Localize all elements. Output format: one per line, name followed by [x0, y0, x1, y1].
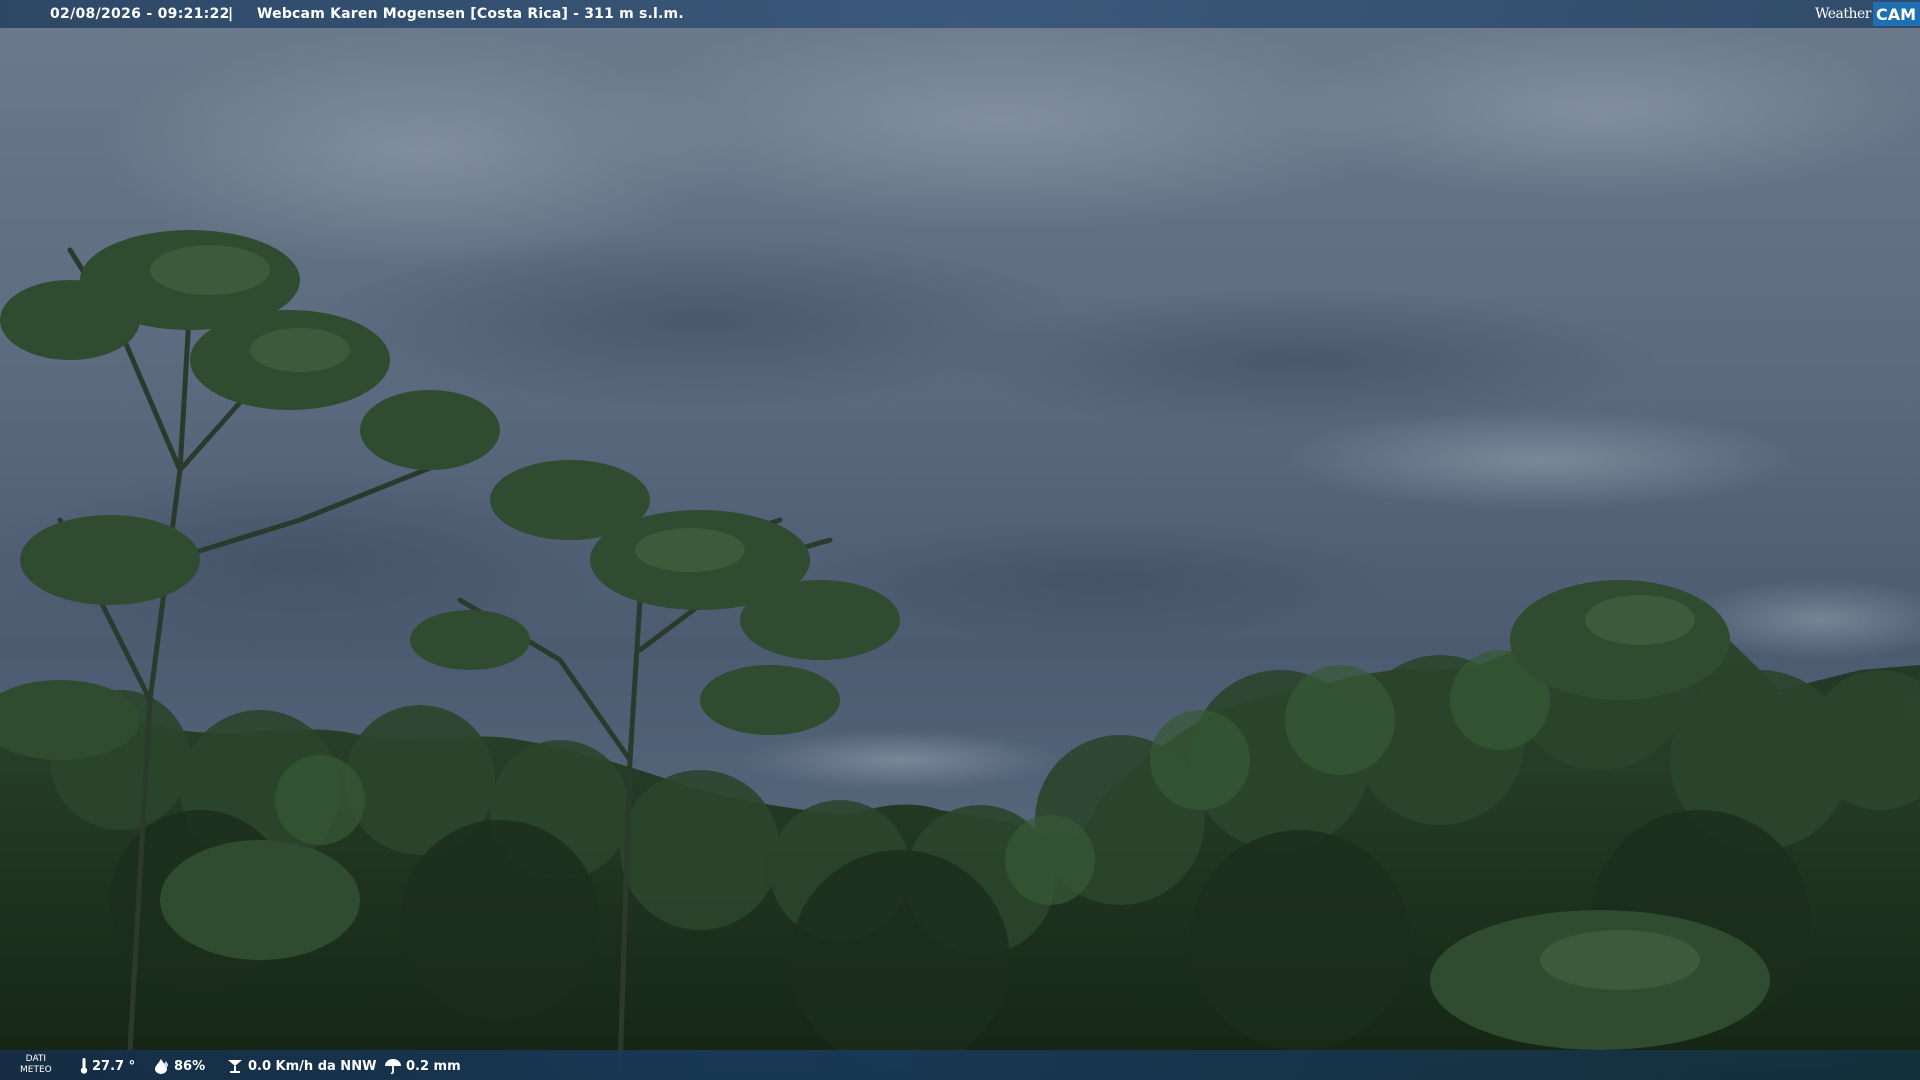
wind-icon: [228, 1060, 242, 1073]
rain-reading: 0.2 mm: [384, 1058, 461, 1074]
header-separator: |: [228, 6, 234, 22]
webcam-title: Webcam Karen Mogensen [Costa Rica] - 311…: [257, 6, 684, 22]
temperature-value: 27.7 °: [92, 1058, 136, 1074]
rain-value: 0.2 mm: [406, 1058, 461, 1074]
weathercam-logo: Weather CAM: [1814, 0, 1920, 28]
rain-icon: [385, 1059, 401, 1074]
weather-data-label-line1: DATI: [25, 1054, 47, 1064]
weather-data-label: DATI METEO: [20, 1054, 52, 1076]
weather-data-bar: DATI METEO 27.7 ° 86% 0.0 Km/h da NNW 0.…: [0, 1050, 1920, 1080]
top-info-bar: 02/08/2026 - 09:21:22 | Webcam Karen Mog…: [0, 0, 1920, 28]
humidity-icon: [155, 1059, 168, 1074]
thermometer-icon: [80, 1058, 88, 1074]
logo-weather-text: Weather: [1814, 6, 1872, 22]
webcam-image: [0, 0, 1920, 1080]
wind-value: 0.0 Km/h da NNW: [248, 1058, 377, 1074]
webcam-frame: 02/08/2026 - 09:21:22 | Webcam Karen Mog…: [0, 0, 1920, 1080]
temperature-reading: 27.7 °: [80, 1058, 135, 1074]
timestamp: 02/08/2026 - 09:21:22: [50, 6, 230, 22]
weather-data-label-line2: METEO: [20, 1065, 52, 1075]
humidity-reading: 86%: [152, 1058, 205, 1074]
humidity-value: 86%: [174, 1058, 206, 1074]
wind-reading: 0.0 Km/h da NNW: [226, 1058, 376, 1074]
logo-cam-text: CAM: [1872, 2, 1920, 26]
